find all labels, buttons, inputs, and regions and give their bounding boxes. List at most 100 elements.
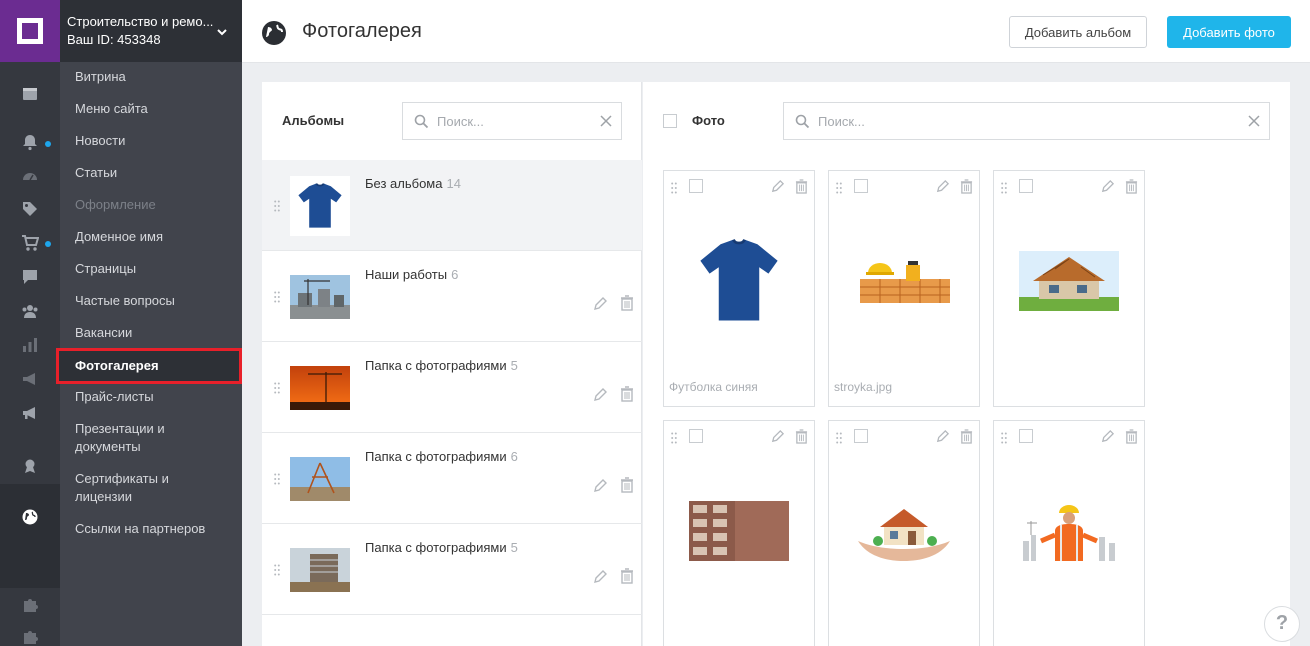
bell-icon[interactable]: [18, 131, 42, 153]
select-all-checkbox[interactable]: [663, 114, 677, 128]
album-name: Наши работы 6: [365, 267, 458, 282]
trash-icon[interactable]: [1125, 179, 1138, 194]
menu-item-design[interactable]: Оформление: [60, 196, 156, 214]
drag-handle-icon[interactable]: [671, 182, 677, 194]
photo-search: [783, 102, 1270, 140]
photo-checkbox[interactable]: [854, 429, 868, 443]
photo-caption: Футболка синяя: [669, 380, 758, 394]
photo-checkbox[interactable]: [689, 179, 703, 193]
menu-item-storefront[interactable]: Витрина: [60, 68, 126, 86]
trash-icon[interactable]: [795, 179, 808, 194]
drag-handle-icon[interactable]: [274, 291, 280, 303]
menu-item-faq[interactable]: Частые вопросы: [60, 292, 175, 310]
drag-handle-icon[interactable]: [274, 382, 280, 394]
add-album-button[interactable]: Добавить альбом: [1009, 16, 1147, 48]
menu-item-photogallery[interactable]: Фотогалерея: [56, 348, 242, 384]
drag-handle-icon[interactable]: [1001, 182, 1007, 194]
edit-icon[interactable]: [935, 429, 950, 444]
photo-checkbox[interactable]: [1019, 429, 1033, 443]
photo-checkbox[interactable]: [1019, 179, 1033, 193]
globe-icon[interactable]: [18, 506, 42, 528]
photo-card[interactable]: [993, 170, 1145, 407]
album-search-input[interactable]: [437, 111, 587, 131]
photo-card[interactable]: [663, 420, 815, 646]
menu-item-certificates[interactable]: Сертификаты и лицензии: [60, 470, 190, 506]
menu-item-price-lists[interactable]: Прайс-листы: [60, 388, 154, 406]
site-menu: Строительство и ремо... Ваш ID: 453348 В…: [56, 0, 242, 646]
photo-image: [994, 211, 1144, 351]
trash-icon[interactable]: [960, 429, 973, 444]
album-item[interactable]: Папка с фотографиями 5: [262, 524, 642, 615]
drag-handle-icon[interactable]: [671, 432, 677, 444]
edit-icon[interactable]: [592, 478, 608, 494]
menu-item-news[interactable]: Новости: [60, 132, 125, 150]
edit-icon[interactable]: [592, 569, 608, 585]
album-thumbnail: [290, 449, 350, 509]
search-icon: [414, 114, 429, 129]
drag-handle-icon[interactable]: [836, 432, 842, 444]
photo-checkbox[interactable]: [689, 429, 703, 443]
album-item[interactable]: Папка с фотографиями 6: [262, 433, 642, 524]
menu-item-pages[interactable]: Страницы: [60, 260, 136, 278]
albums-title: Альбомы: [282, 113, 345, 128]
album-item[interactable]: Без альбома 14: [262, 160, 642, 251]
megaphone-dim-icon[interactable]: [18, 368, 42, 390]
trash-icon[interactable]: [620, 568, 634, 584]
menu-item-articles[interactable]: Статьи: [60, 164, 117, 182]
trash-icon[interactable]: [960, 179, 973, 194]
drag-handle-icon[interactable]: [836, 182, 842, 194]
edit-icon[interactable]: [770, 179, 785, 194]
edit-icon[interactable]: [935, 179, 950, 194]
photo-card[interactable]: [828, 420, 980, 646]
album-count: 5: [510, 540, 518, 555]
megaphone-icon[interactable]: [18, 402, 42, 424]
bar-chart-icon[interactable]: [18, 334, 42, 356]
help-button[interactable]: ?: [1264, 606, 1300, 642]
add-photo-button[interactable]: Добавить фото: [1167, 16, 1291, 48]
users-icon[interactable]: [18, 300, 42, 322]
drag-handle-icon[interactable]: [274, 200, 280, 212]
tag-icon[interactable]: [18, 198, 42, 220]
trash-icon[interactable]: [1125, 429, 1138, 444]
menu-item-partner-links[interactable]: Ссылки на партнеров: [60, 520, 205, 538]
logo[interactable]: [0, 0, 60, 62]
menu-item-vacancies[interactable]: Вакансии: [60, 324, 132, 342]
photo-image: [664, 211, 814, 351]
trash-icon[interactable]: [620, 386, 634, 402]
edit-icon[interactable]: [1100, 429, 1115, 444]
edit-icon[interactable]: [592, 387, 608, 403]
photo-card[interactable]: Футболка синяя: [663, 170, 815, 407]
photo-search-input[interactable]: [818, 111, 1238, 131]
puzzle-icon[interactable]: [18, 594, 42, 616]
album-name-text: Без альбома: [365, 176, 443, 191]
photo-card[interactable]: [993, 420, 1145, 646]
menu-item-domain[interactable]: Доменное имя: [60, 228, 163, 246]
site-switcher[interactable]: Строительство и ремо... Ваш ID: 453348: [60, 0, 242, 62]
edit-icon[interactable]: [770, 429, 785, 444]
chat-icon[interactable]: [18, 266, 42, 288]
puzzle-icon[interactable]: [18, 626, 42, 646]
drag-handle-icon[interactable]: [274, 564, 280, 576]
album-count: 14: [446, 176, 461, 191]
award-icon[interactable]: [18, 455, 42, 477]
photo-image: [994, 461, 1144, 601]
menu-item-presentations[interactable]: Презентации и документы: [60, 420, 190, 456]
photo-card[interactable]: stroyka.jpg: [828, 170, 980, 407]
drag-handle-icon[interactable]: [1001, 432, 1007, 444]
album-item[interactable]: Папка с фотографиями 5: [262, 342, 642, 433]
trash-icon[interactable]: [620, 477, 634, 493]
cart-icon[interactable]: [18, 232, 42, 254]
globe-icon: [262, 21, 286, 45]
trash-icon[interactable]: [795, 429, 808, 444]
edit-icon[interactable]: [1100, 179, 1115, 194]
trash-icon[interactable]: [620, 295, 634, 311]
photo-checkbox[interactable]: [854, 179, 868, 193]
speedometer-icon[interactable]: [18, 165, 42, 187]
clear-icon[interactable]: [1247, 114, 1261, 128]
menu-item-site-menu[interactable]: Меню сайта: [60, 100, 148, 118]
clear-icon[interactable]: [599, 114, 613, 128]
edit-icon[interactable]: [592, 296, 608, 312]
album-item[interactable]: Наши работы 6: [262, 251, 642, 342]
drag-handle-icon[interactable]: [274, 473, 280, 485]
storefront-icon[interactable]: [18, 83, 42, 105]
